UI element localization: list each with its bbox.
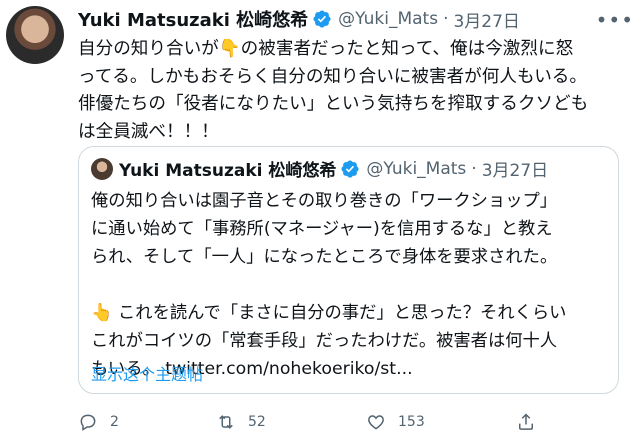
tweet-text: 自分の知り合いが👇の被害者だったと知って、俺は今激烈に怒 ってる。しかもおそらく… <box>78 36 623 146</box>
verified-badge-icon <box>341 159 359 178</box>
reply-icon <box>80 414 96 431</box>
author-handle[interactable]: @Yuki_Mats <box>338 9 438 29</box>
tweet-text-line: は全員滅べ！！！ <box>78 121 219 142</box>
tweet-avatar[interactable] <box>6 6 64 64</box>
retweet-button[interactable]: 52 <box>216 412 266 432</box>
retweet-icon <box>219 415 233 429</box>
quoted-author-name: Yuki Matsuzaki 松崎悠希 <box>119 161 337 181</box>
quoted-tweet-text: 俺の知り合いは園子音とその取り巻きの「ワークショップ」 に通い始めて「事務所(マ… <box>91 187 611 383</box>
tweet-header: Yuki Matsuzaki 松崎悠希 @Yuki_Mats · 3月27日 <box>78 6 520 32</box>
share-button[interactable] <box>516 412 548 432</box>
heart-icon <box>368 415 384 430</box>
tweet-text-line: ってる。しかもおそらく自分の知り合いに被害者が何人もいる。 <box>78 66 587 87</box>
quoted-text-line: られ、そして「一人」になったところで身体を要求された。 <box>91 247 558 267</box>
quoted-text-line: これがコイツの「常套手段」だったわけだ。被害者は何十人 <box>91 331 558 351</box>
tweet-text-line: 自分の知り合いが👇の被害者だったと知って、俺は今激烈に怒 <box>78 39 574 59</box>
quoted-tweet-card[interactable]: Yuki Matsuzaki 松崎悠希 @Yuki_Mats · 3月27日 俺… <box>78 146 619 394</box>
quoted-tweet-date: 3月27日 <box>481 161 549 181</box>
quoted-header-separator: · <box>471 158 477 179</box>
quoted-text-line: 俺の知り合いは園子音とその取り巻きの「ワークショップ」 <box>91 191 558 211</box>
like-count: 153 <box>398 414 425 430</box>
reply-button[interactable]: 2 <box>78 412 119 432</box>
quoted-author-handle: @Yuki_Mats <box>366 158 467 179</box>
tweet-date[interactable]: 3月27日 <box>453 7 519 32</box>
share-icon <box>519 413 533 430</box>
author-name[interactable]: Yuki Matsuzaki 松崎悠希 <box>78 6 308 32</box>
retweet-count: 52 <box>248 414 266 430</box>
like-button[interactable]: 153 <box>366 412 425 432</box>
verified-badge-icon <box>313 10 331 28</box>
quoted-avatar <box>91 157 113 180</box>
quoted-text-line: に通い始めて「事務所(マネージャー)を信用するな」と教え <box>91 219 553 239</box>
header-separator: · <box>443 9 449 29</box>
reply-count: 2 <box>110 414 119 430</box>
more-options-icon[interactable]: ••• <box>596 8 634 32</box>
quoted-text-line: 👆 これを読んで「まさに自分の事だ」と思った？それくらい <box>91 303 567 323</box>
quoted-tweet-header: Yuki Matsuzaki 松崎悠希 @Yuki_Mats · 3月27日 <box>91 156 548 181</box>
tweet-actions: 2 52 153 <box>78 412 618 436</box>
show-thread-link[interactable]: 显示这个主题帖 <box>91 361 203 385</box>
tweet-text-line: 俳優たちの「役者になりたい」という気持ちを搾取するクソども <box>78 94 589 114</box>
